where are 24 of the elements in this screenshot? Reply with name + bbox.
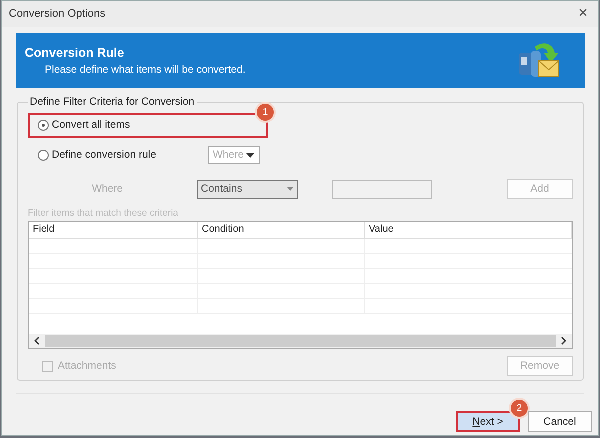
horizontal-scrollbar[interactable] [29,334,572,348]
radio-label: Convert all items [52,119,130,131]
column-header[interactable]: Value [365,222,572,239]
radio-label: Define conversion rule [52,149,156,161]
attachments-label: Attachments [58,360,116,372]
radio-button[interactable] [38,120,49,130]
step-badge: 1 [257,104,274,120]
window-title: Conversion Options [9,8,106,20]
scroll-left-icon[interactable] [34,337,40,345]
group-legend: Define Filter Criteria for Conversion [28,96,197,108]
close-button[interactable]: × [574,5,592,23]
step-badge: 2 [511,400,528,417]
scroll-right-icon[interactable] [561,337,567,345]
banner-title: Conversion Rule [25,46,126,60]
where-label: Where [91,183,123,195]
caret-icon [246,152,255,158]
column-header[interactable]: Field [29,222,198,239]
caret-icon [287,187,294,191]
column-header[interactable]: Condition [198,222,365,239]
dialog-button[interactable]: Cancel [528,411,592,432]
banner-subtitle: Please define what items will be converted. [44,64,246,76]
mailbox-envelope-icon [517,40,561,80]
dialog-button[interactable]: Next > [456,411,520,432]
radio-button[interactable] [38,150,49,160]
